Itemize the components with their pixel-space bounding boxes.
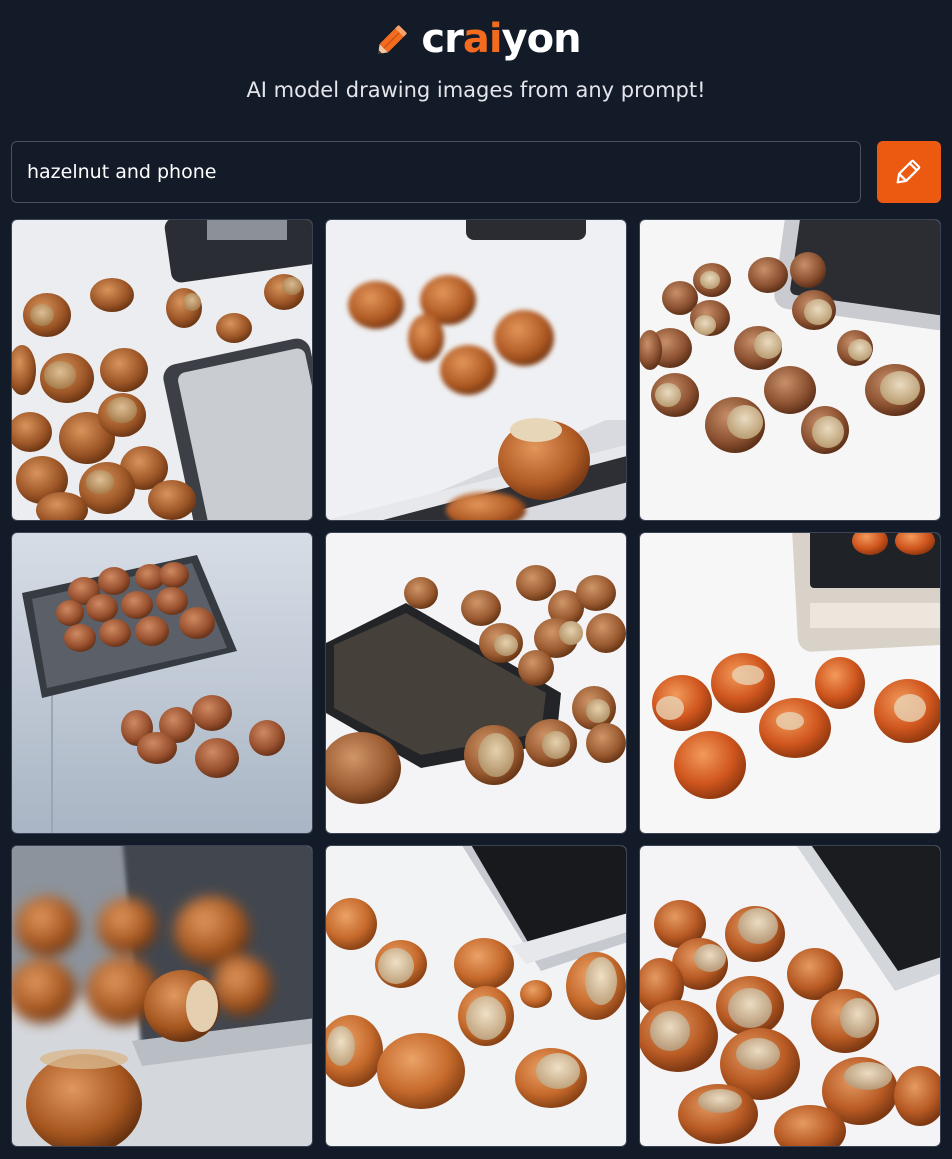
tagline: AI model drawing images from any prompt!	[246, 78, 706, 102]
result-image[interactable]	[639, 532, 941, 834]
result-image[interactable]	[11, 532, 313, 834]
logo-accent: ai	[462, 16, 503, 62]
pencil-icon	[891, 153, 927, 192]
logo-suffix: yon	[501, 16, 582, 62]
prompt-input[interactable]	[11, 141, 861, 203]
result-image[interactable]	[325, 845, 627, 1147]
result-image[interactable]	[325, 532, 627, 834]
logo-prefix: cr	[421, 16, 463, 62]
result-image[interactable]	[325, 219, 627, 521]
result-image[interactable]	[11, 219, 313, 521]
logo-wordmark: craiyon	[421, 16, 582, 62]
results-grid	[11, 219, 941, 1147]
craiyon-page: craiyon AI model drawing images from any…	[0, 0, 952, 1159]
result-image[interactable]	[11, 845, 313, 1147]
logo[interactable]: craiyon	[0, 14, 952, 64]
pencil-icon	[371, 17, 415, 61]
result-image[interactable]	[639, 219, 941, 521]
draw-button[interactable]	[877, 141, 941, 203]
result-image[interactable]	[639, 845, 941, 1147]
